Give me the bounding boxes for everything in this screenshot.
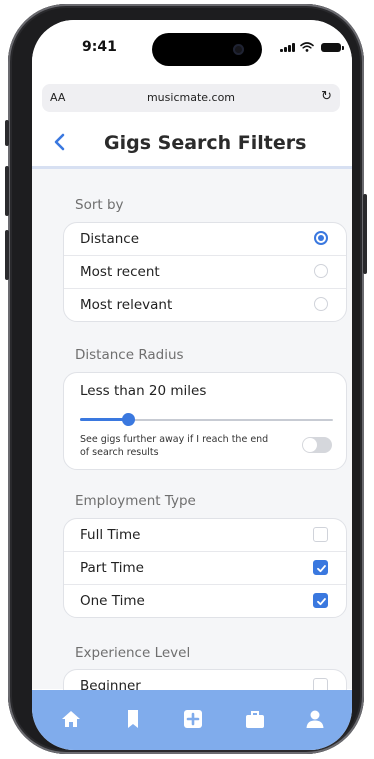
- status-icons: [280, 42, 344, 52]
- wifi-icon: [299, 42, 314, 52]
- profile-icon[interactable]: [302, 706, 328, 732]
- page-title: Gigs Search Filters: [104, 132, 307, 154]
- bottom-navigation: [32, 690, 352, 750]
- radius-value-text: Less than 20 miles: [80, 383, 207, 399]
- sort-option-label: Most recent: [80, 264, 160, 280]
- distance-radius-label: Distance Radius: [75, 347, 184, 363]
- radio-button[interactable]: [314, 264, 328, 278]
- status-time: 9:41: [82, 39, 117, 55]
- back-arrow-icon[interactable]: [50, 130, 70, 154]
- sort-by-label: Sort by: [75, 197, 124, 213]
- add-icon[interactable]: [180, 706, 206, 732]
- sort-option-most-relevant[interactable]: Most relevant: [64, 289, 346, 321]
- checkbox-checked[interactable]: [313, 593, 328, 608]
- employment-type-label: Employment Type: [75, 493, 196, 509]
- power-button: [363, 194, 367, 274]
- sort-by-card: Distance Most recent Most relevant: [63, 222, 347, 322]
- checkbox[interactable]: [313, 527, 328, 542]
- sort-option-most-recent[interactable]: Most recent: [64, 256, 346, 289]
- home-icon[interactable]: [58, 706, 84, 732]
- filters-content[interactable]: Sort by Distance Most recent Most releva…: [32, 169, 352, 703]
- sort-option-distance[interactable]: Distance: [64, 223, 346, 256]
- browser-address-bar[interactable]: AA musicmate.com ↻: [42, 84, 340, 112]
- url-text[interactable]: musicmate.com: [42, 91, 340, 104]
- sort-option-label: Distance: [80, 231, 140, 247]
- volume-up-button: [5, 166, 9, 216]
- employment-option-label: One Time: [80, 593, 145, 609]
- further-away-note: See gigs further away if I reach the end…: [80, 434, 269, 458]
- distance-radius-card: Less than 20 miles See gigs further away…: [63, 372, 347, 470]
- slider-thumb[interactable]: [122, 413, 136, 426]
- employment-type-card: Full Time Part Time One Time: [63, 518, 347, 618]
- reload-icon[interactable]: ↻: [321, 89, 332, 104]
- status-bar: 9:41: [32, 20, 352, 80]
- radio-button[interactable]: [314, 297, 328, 311]
- phone-screen: 9:41 AA musicmate.com ↻ Gigs Search Filt…: [32, 20, 352, 750]
- experience-level-label: Experience Level: [75, 645, 191, 661]
- radio-button-selected[interactable]: [314, 231, 328, 245]
- bookmark-icon[interactable]: [120, 706, 146, 732]
- signal-icon: [280, 42, 295, 52]
- page-header: Gigs Search Filters: [32, 120, 352, 166]
- action-button: [5, 120, 9, 146]
- briefcase-icon[interactable]: [242, 706, 268, 732]
- checkmark-icon: [317, 598, 326, 606]
- employment-option-one-time[interactable]: One Time: [64, 585, 346, 617]
- sort-option-label: Most relevant: [80, 297, 173, 313]
- employment-option-label: Part Time: [80, 560, 144, 576]
- toggle-knob: [303, 438, 317, 452]
- distance-slider[interactable]: [80, 413, 333, 427]
- dynamic-island: [152, 33, 262, 66]
- checkmark-icon: [317, 565, 326, 573]
- checkbox-checked[interactable]: [313, 560, 328, 575]
- employment-option-full-time[interactable]: Full Time: [64, 519, 346, 552]
- employment-option-part-time[interactable]: Part Time: [64, 552, 346, 585]
- further-away-toggle[interactable]: [302, 437, 332, 453]
- battery-icon: [320, 43, 344, 52]
- employment-option-label: Full Time: [80, 527, 141, 543]
- slider-fill: [80, 418, 129, 421]
- camera-icon: [233, 44, 244, 55]
- volume-down-button: [5, 230, 9, 280]
